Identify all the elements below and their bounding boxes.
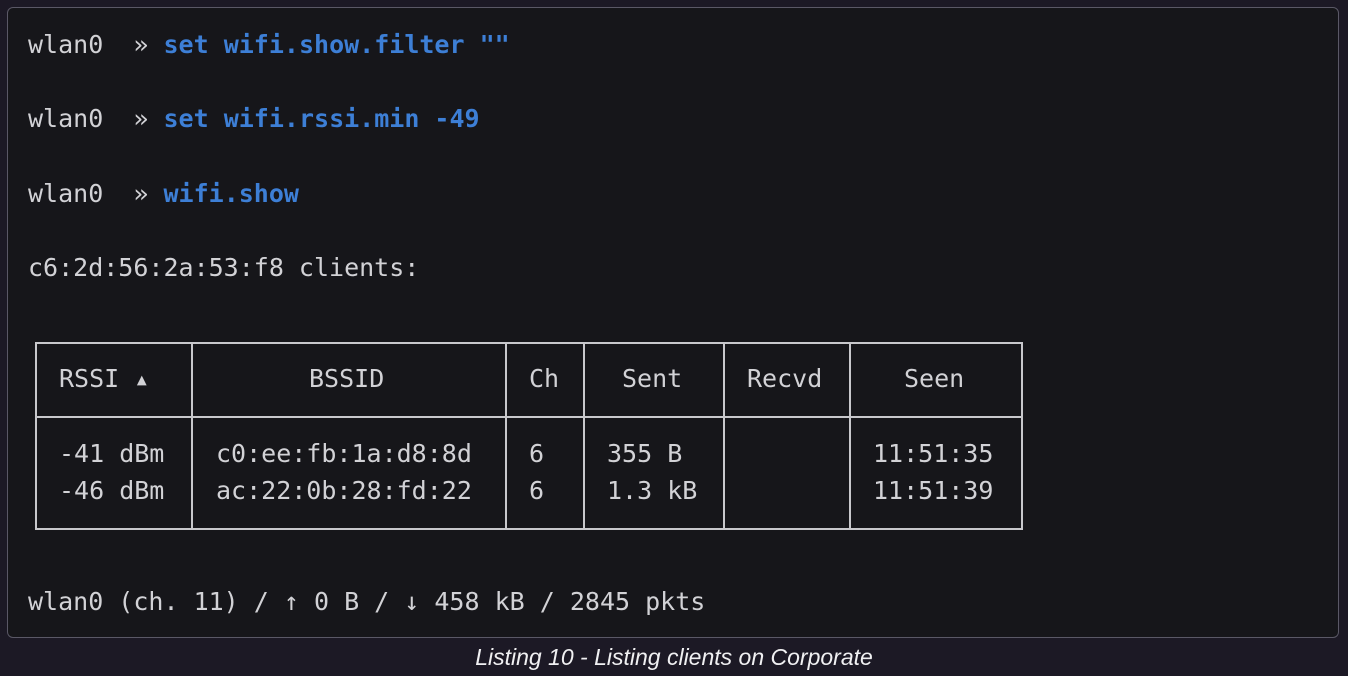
table-cell-bssid: ac:22:0b:28:fd:22 <box>216 476 472 505</box>
table-border-top <box>35 342 1023 344</box>
table-column-divider <box>1021 342 1023 530</box>
prompt-interface: wlan0 <box>28 104 104 133</box>
table-cell-sent: 355 B <box>607 439 683 468</box>
table-column-divider <box>723 342 725 530</box>
table-cell-ch: 6 <box>529 439 545 468</box>
column-header-sent[interactable]: Sent <box>622 364 682 394</box>
command-text: set wifi.rssi.min -49 <box>163 104 480 133</box>
listing-caption: Listing 10 - Listing clients on Corporat… <box>475 644 873 670</box>
column-header-ch[interactable]: Ch <box>529 364 559 394</box>
column-header-recvd[interactable]: Recvd <box>747 364 822 394</box>
table-column-divider <box>35 342 37 530</box>
command-line: wlan0 » wifi.show <box>28 179 299 209</box>
table-cell-rssi: -46 dBm <box>59 476 165 505</box>
table-column-divider <box>191 342 193 530</box>
prompt-interface: wlan0 <box>28 179 104 208</box>
table-cell-rssi: -41 dBm <box>59 439 165 468</box>
column-header-bssid[interactable]: BSSID <box>309 364 384 394</box>
command-line: wlan0 » set wifi.rssi.min -49 <box>28 104 480 134</box>
table-cell-bssid: c0:ee:fb:1a:d8:8d <box>216 439 472 468</box>
terminal-window: wlan0 » set wifi.show.filter "" wlan0 » … <box>7 7 1339 638</box>
column-header-rssi[interactable]: RSSI ▴ <box>59 364 149 394</box>
table-column-divider <box>583 342 585 530</box>
table-cell-sent: 1.3 kB <box>607 476 698 505</box>
command-line: wlan0 » set wifi.show.filter "" <box>28 30 510 60</box>
prompt-interface: wlan0 <box>28 30 104 59</box>
table-cell-seen: 11:51:35 <box>873 439 994 468</box>
table-cell-seen: 11:51:39 <box>873 476 994 505</box>
table-column-divider <box>505 342 507 530</box>
clients-header: c6:2d:56:2a:53:f8 clients: <box>28 253 420 282</box>
table-border-header <box>35 416 1023 418</box>
status-line: wlan0 (ch. 11) / ↑ 0 B / ↓ 458 kB / 2845… <box>28 587 706 616</box>
prompt-separator: » <box>133 179 149 208</box>
command-text: set wifi.show.filter "" <box>163 30 510 59</box>
prompt-separator: » <box>133 104 149 133</box>
table-column-divider <box>849 342 851 530</box>
table-border-bottom <box>35 528 1023 530</box>
clients-table: RSSI ▴ BSSID Ch Sent Recvd Seen -41 dBm … <box>35 342 1023 530</box>
prompt-separator: » <box>133 30 149 59</box>
column-header-seen[interactable]: Seen <box>904 364 964 394</box>
table-cell-ch: 6 <box>529 476 545 505</box>
command-text: wifi.show <box>163 179 299 208</box>
